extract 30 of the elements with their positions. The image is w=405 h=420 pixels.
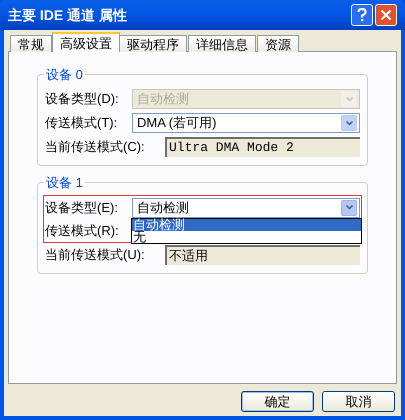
tab[interactable]: 常规 [10,35,52,52]
help-button[interactable] [351,4,373,26]
tab[interactable]: 驱动程序 [119,35,187,52]
chevron-icon [346,205,352,210]
dialog-button[interactable]: 取消 [322,391,395,412]
dropdown[interactable]: 自动检测 [132,198,360,218]
group-title: 设备 1 [44,175,85,190]
readonly-field: 不适用 [165,245,360,265]
tab[interactable]: 高级设置 [52,32,120,52]
close-icon [380,9,392,21]
help-icon [357,8,367,22]
chevron-icon [346,120,352,126]
close-button[interactable] [375,4,397,26]
dropdown-option[interactable]: 无 [132,231,361,243]
field-label: 传送模式(R): [45,222,120,240]
dropdown[interactable]: DMA (若可用) [132,113,360,133]
tab[interactable]: 资源 [257,35,299,52]
dropdown-option[interactable]: 自动检测 [132,219,361,231]
field-label: 传送模式(T): [45,114,118,132]
tab[interactable]: 详细信息 [188,35,256,52]
field-label: 设备类型(D): [45,90,120,108]
window-title: 主要 IDE 通道 属性 [8,6,128,24]
field-label: 设备类型(E): [45,198,119,217]
field-label: 当前传送模式(C): [45,138,146,156]
readonly-field: Ultra DMA Mode 2 [165,137,360,157]
dropdown: 自动检测 [132,89,360,109]
field-label: 当前传送模式(U): [45,246,146,264]
dialog-button[interactable]: 确定 [241,391,314,412]
group-title: 设备 0 [44,67,85,82]
chevron-icon [346,96,352,102]
